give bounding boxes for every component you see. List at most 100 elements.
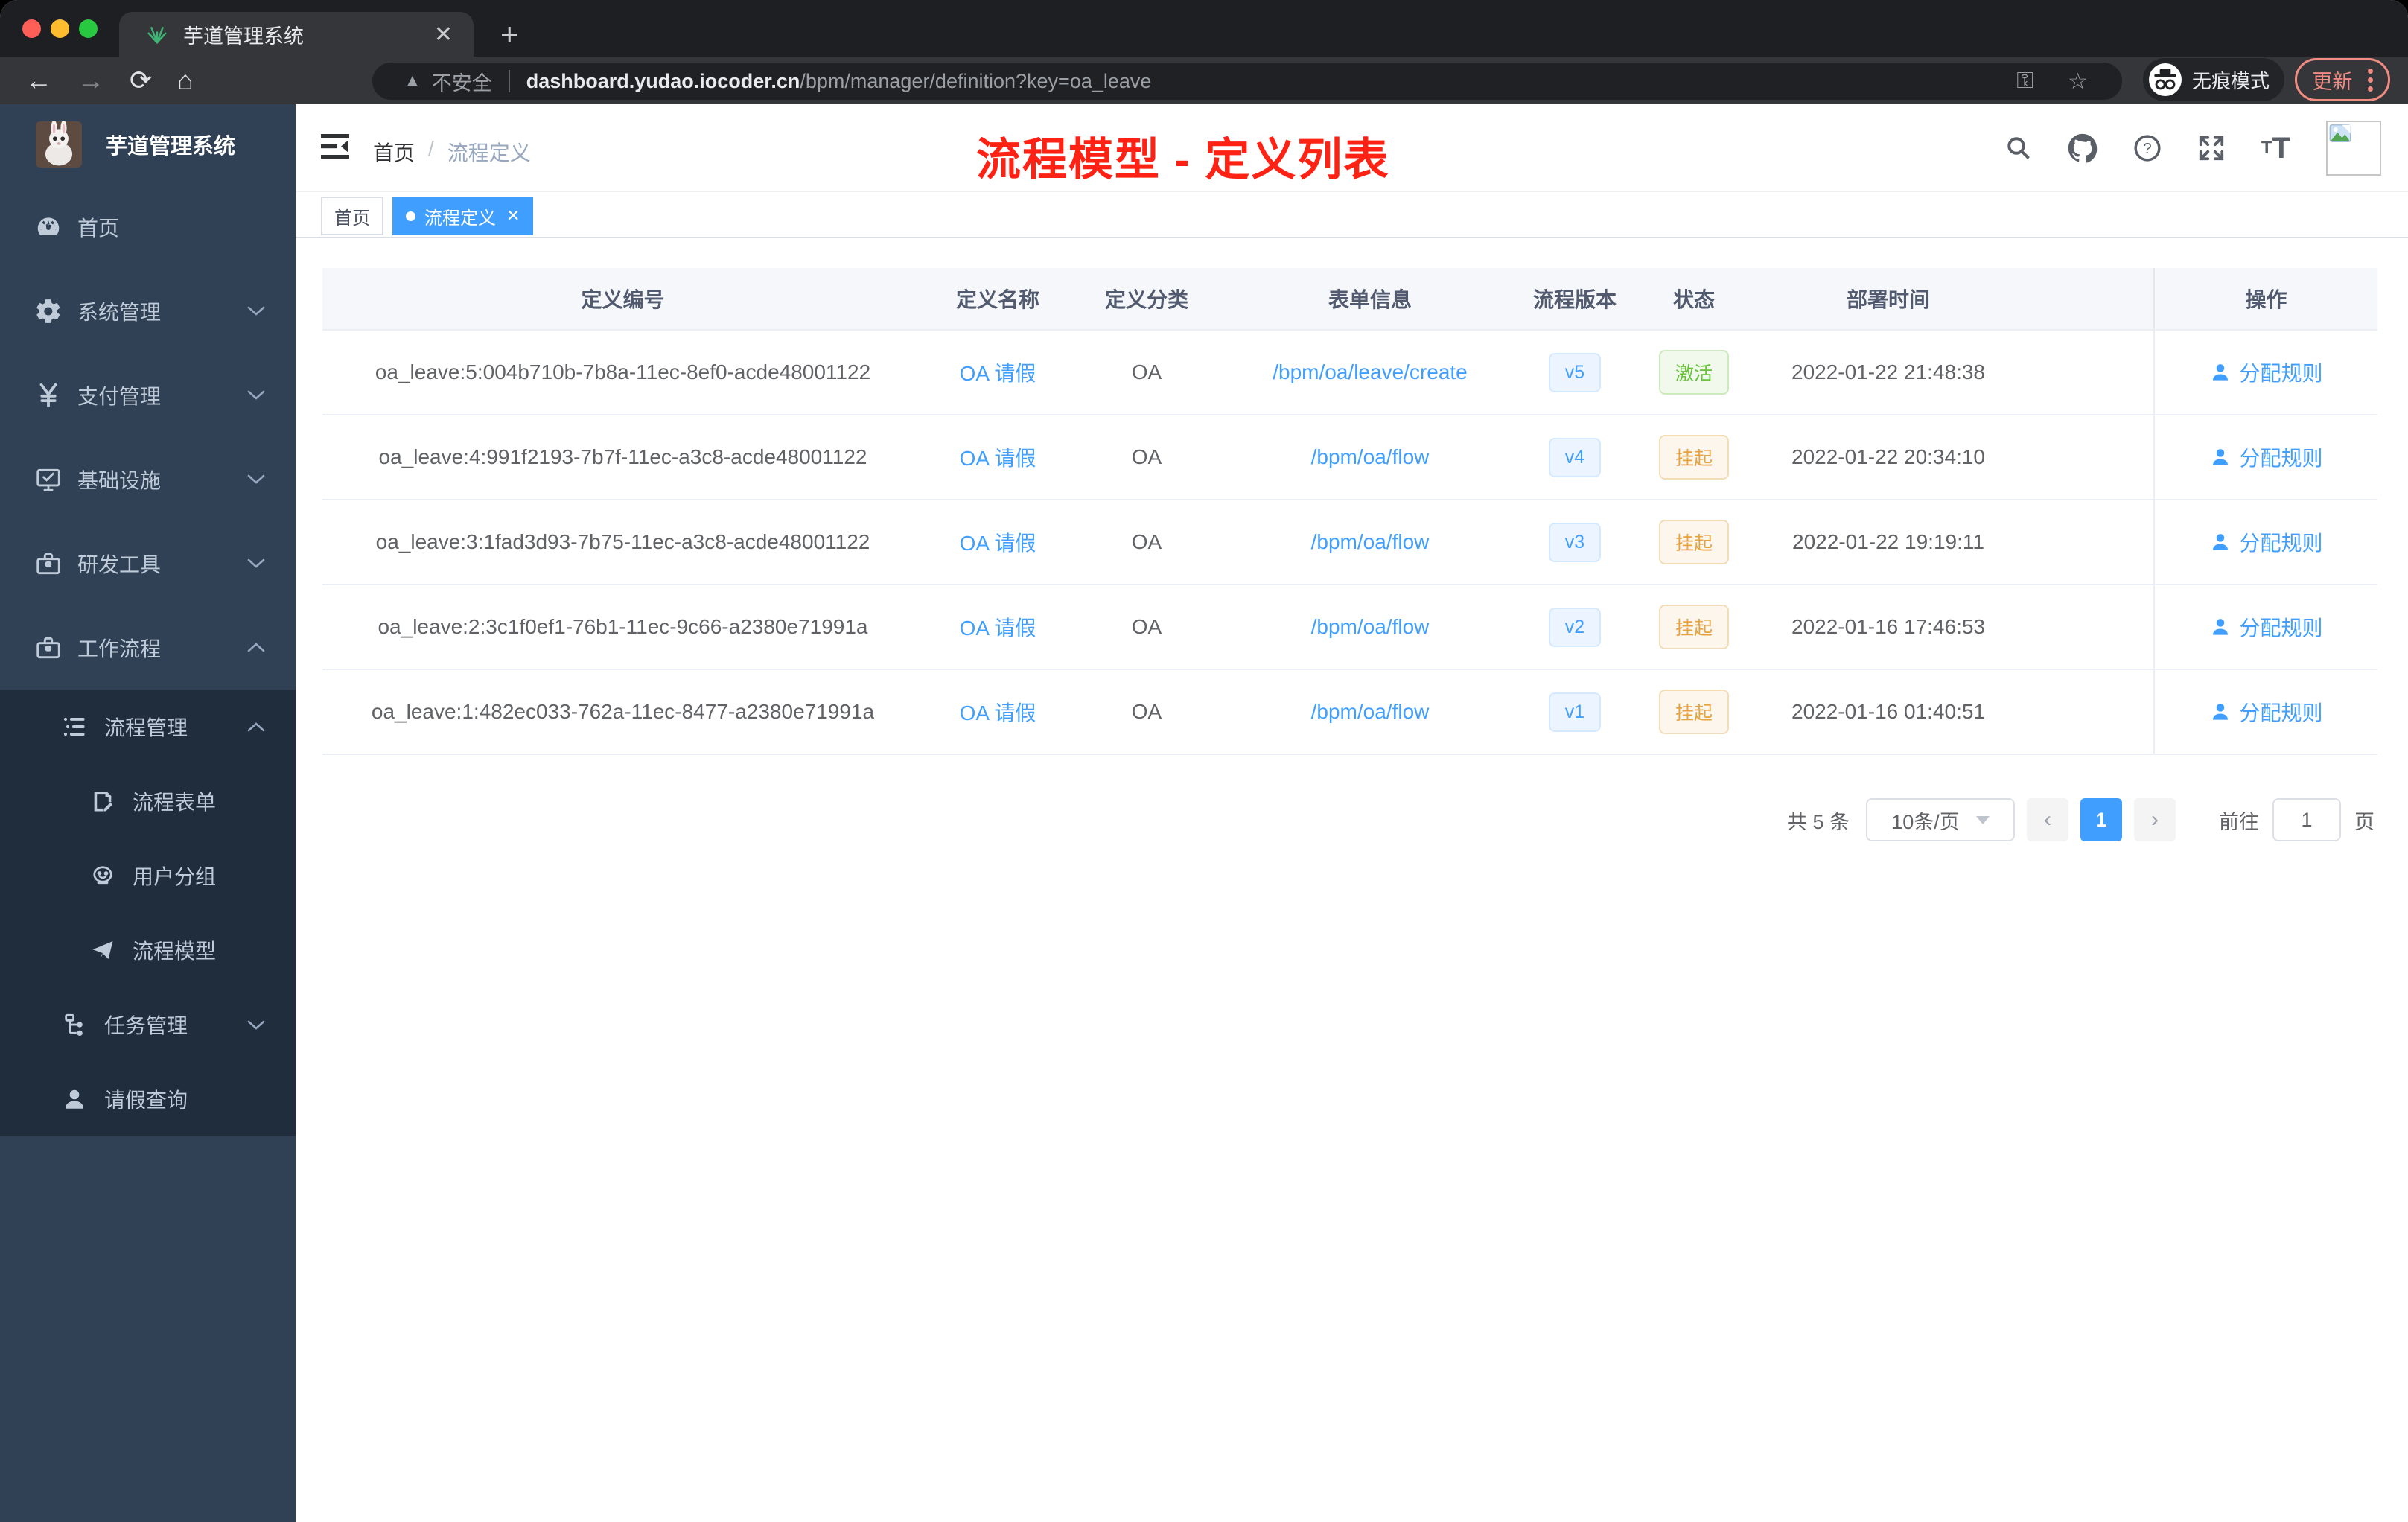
cell-deploy-time: 2022-01-22 19:19:11	[1792, 530, 1984, 553]
submenu-item-1[interactable]: 流程管理	[0, 690, 296, 764]
list-tree-icon	[60, 712, 89, 742]
url-path: /bpm/manager/definition?key=oa_leave	[800, 69, 1152, 92]
sidebar-logo[interactable]: 芋道管理系统	[0, 104, 296, 185]
tab-close-icon[interactable]: ✕	[434, 22, 453, 48]
main-area: 首页 / 流程定义 流程模型 - 定义列表 ? T T 首页 流程定义 ✕ 定义…	[296, 104, 2408, 1522]
sidebar-item-label: 工作流程	[77, 637, 162, 660]
update-label[interactable]: 更新	[2312, 66, 2352, 95]
font-size-icon[interactable]: TT	[2261, 132, 2290, 165]
assign-rule-link[interactable]: 分配规则	[2209, 442, 2323, 472]
cell-status: 激活	[1631, 350, 1757, 395]
active-tag-dot	[406, 211, 415, 221]
page-size-select[interactable]: 10条/页	[1866, 798, 2015, 841]
cell-deploy-time: 2022-01-22 20:34:10	[1791, 445, 1985, 468]
page-number-button[interactable]: 1	[2080, 798, 2122, 841]
help-icon[interactable]: ?	[2133, 134, 2162, 162]
cell-form-link[interactable]: /bpm/oa/leave/create	[1221, 360, 1519, 384]
cell-definition-name-link[interactable]: OA 请假	[923, 442, 1072, 472]
pagination: 共 5 条 10条/页 ‹ 1 › 前往 页	[1787, 798, 2374, 841]
sidebar-item-label: 研发工具	[77, 553, 162, 576]
briefcase-icon	[34, 633, 63, 663]
user-avatar[interactable]	[2326, 121, 2381, 176]
version-badge: v4	[1549, 437, 1601, 477]
browser-tab[interactable]: 芋道管理系统 ✕	[119, 12, 474, 57]
breadcrumb-home[interactable]: 首页	[373, 137, 415, 167]
cell-form-link[interactable]: /bpm/oa/flow	[1221, 530, 1519, 554]
submenu-item-label: 任务管理	[104, 1014, 188, 1037]
sidebar-item-2[interactable]: 系统管理	[0, 269, 296, 353]
sidebar-item-1[interactable]: 首页	[0, 185, 296, 269]
goto-page-input[interactable]	[2272, 798, 2341, 841]
table-header-cell: 定义名称	[955, 288, 1039, 311]
password-key-icon[interactable]: ⚿	[2016, 69, 2033, 94]
traffic-zoom-button[interactable]	[79, 19, 98, 38]
gear-icon	[34, 296, 63, 326]
chevron-down-icon	[1975, 815, 1990, 824]
cell-form-link[interactable]: /bpm/oa/flow	[1221, 615, 1519, 639]
cell-actions: 分配规则	[2153, 585, 2377, 669]
submenu-item-label: 流程管理	[104, 716, 188, 739]
cell-definition-name-link[interactable]: OA 请假	[923, 357, 1072, 387]
table-header-cell: 定义分类	[1104, 288, 1188, 311]
cell-category: OA	[1131, 700, 1162, 723]
monitor-icon	[34, 465, 63, 494]
assign-rule-link[interactable]: 分配规则	[2209, 527, 2323, 557]
incognito-label: 无痕模式	[2192, 69, 2270, 92]
tag-2[interactable]: 流程定义 ✕	[392, 197, 534, 235]
next-page-button[interactable]: ›	[2134, 798, 2176, 841]
sidebar-item-5[interactable]: 研发工具	[0, 521, 296, 605]
task-flow-icon	[60, 1010, 89, 1039]
fullscreen-icon[interactable]	[2197, 134, 2226, 162]
url-domain: dashboard.yudao.iocoder.cn	[526, 69, 800, 92]
submenu-item-2[interactable]: 流程表单	[0, 764, 296, 838]
cell-form-link[interactable]: /bpm/oa/flow	[1221, 445, 1519, 469]
cell-form-link[interactable]: /bpm/oa/flow	[1221, 700, 1519, 724]
home-icon[interactable]: ⌂	[177, 65, 194, 96]
forward-icon[interactable]: →	[77, 65, 104, 96]
bookmark-star-icon[interactable]: ☆	[2068, 69, 2088, 95]
person-icon	[60, 1084, 89, 1114]
github-icon[interactable]	[2068, 133, 2098, 163]
cell-category: OA	[1131, 445, 1162, 468]
sidebar-item-6[interactable]: 工作流程	[0, 605, 296, 690]
assign-rule-link[interactable]: 分配规则	[2209, 697, 2323, 727]
back-icon[interactable]: ←	[25, 65, 52, 96]
traffic-minimize-button[interactable]	[51, 19, 69, 38]
tag-1[interactable]: 首页	[321, 197, 383, 235]
reload-icon[interactable]: ⟳	[130, 65, 152, 96]
cell-definition-name-link[interactable]: OA 请假	[923, 612, 1072, 642]
assign-rule-link[interactable]: 分配规则	[2209, 612, 2323, 642]
submenu-item-4[interactable]: 流程模型	[0, 913, 296, 987]
submenu-item-5[interactable]: 任务管理	[0, 987, 296, 1062]
yen-icon	[34, 380, 63, 410]
status-badge: 挂起	[1659, 435, 1729, 480]
status-badge: 挂起	[1659, 520, 1729, 564]
cell-status: 挂起	[1631, 435, 1757, 480]
cell-deploy-time: 2022-01-16 17:46:53	[1791, 615, 1985, 638]
cell-status: 挂起	[1631, 605, 1757, 649]
sidebar-item-3[interactable]: 支付管理	[0, 353, 296, 437]
table-header-cell: 状态	[1672, 288, 1715, 311]
assign-rule-link[interactable]: 分配规则	[2209, 357, 2323, 387]
cell-deploy-time: 2022-01-16 01:40:51	[1791, 700, 1985, 723]
broken-avatar-image	[2326, 121, 2381, 176]
table-header-cell: 部署时间	[1846, 288, 1930, 311]
search-icon[interactable]	[2005, 135, 2032, 162]
table-row-4: oa_leave:2:3c1f0ef1-76b1-11ec-9c66-a2380…	[322, 585, 2377, 670]
tag-close-icon[interactable]: ✕	[506, 206, 520, 226]
traffic-close-button[interactable]	[22, 19, 41, 38]
cell-version: v1	[1519, 692, 1631, 732]
sidebar-fold-icon[interactable]	[321, 134, 349, 159]
submenu-item-3[interactable]: 用户分组	[0, 838, 296, 913]
submenu-item-6[interactable]: 请假查询	[0, 1062, 296, 1136]
goto-label: 前往	[2219, 810, 2259, 833]
prev-page-button[interactable]: ‹	[2027, 798, 2068, 841]
cell-definition-name-link[interactable]: OA 请假	[923, 697, 1072, 727]
cell-version: v4	[1519, 437, 1631, 477]
kebab-menu-icon[interactable]	[2367, 68, 2373, 92]
new-tab-button[interactable]: +	[500, 16, 519, 52]
cell-definition-name-link[interactable]: OA 请假	[923, 527, 1072, 557]
address-bar[interactable]: ▲ 不安全 dashboard.yudao.iocoder.cn/bpm/man…	[372, 63, 2122, 100]
chrome-update-button[interactable]: 更新	[2295, 58, 2390, 101]
sidebar-item-4[interactable]: 基础设施	[0, 437, 296, 521]
